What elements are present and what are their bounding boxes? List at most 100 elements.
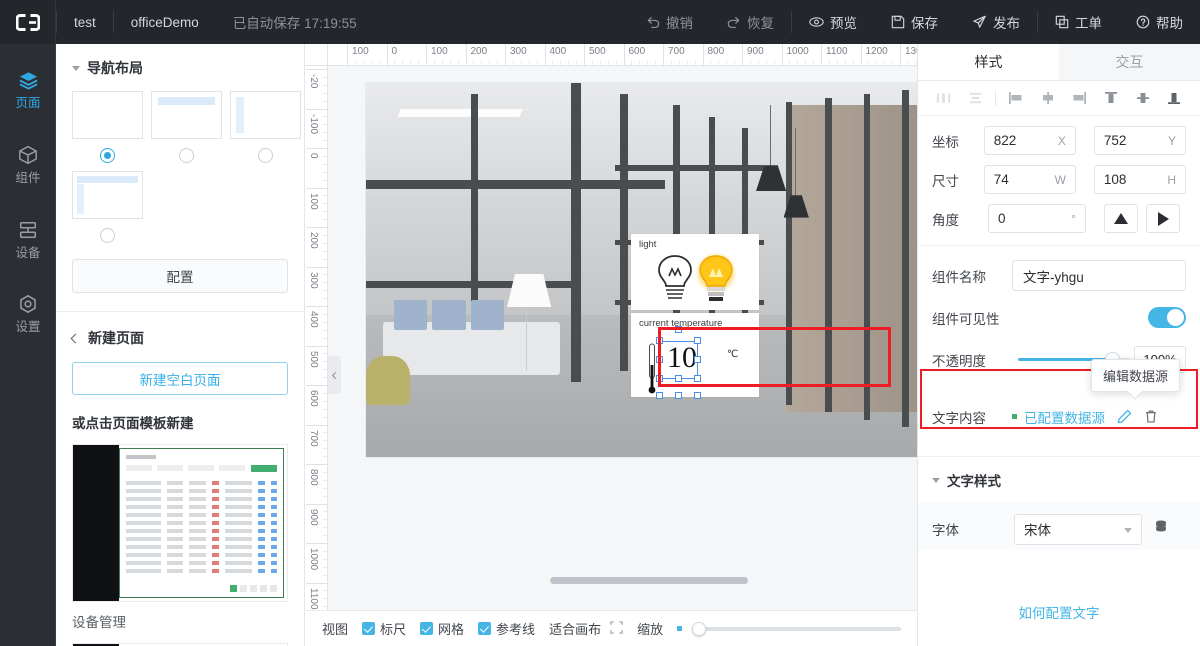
selection-handle-bc[interactable]	[675, 375, 682, 382]
app-name[interactable]: officeDemo	[114, 0, 216, 44]
zoom-slider[interactable]	[692, 621, 901, 636]
flip-horizontal-button[interactable]	[1146, 204, 1180, 233]
sidebar-item-pages[interactable]: 页面	[0, 58, 56, 119]
trash-icon[interactable]	[1144, 409, 1158, 424]
tab-interaction[interactable]: 交互	[1059, 44, 1200, 80]
nav-layout-header[interactable]: 导航布局	[72, 58, 288, 78]
template-pagination	[230, 585, 277, 592]
layout-radio-side-nav[interactable]	[258, 148, 273, 163]
size-label: 尺寸	[932, 173, 959, 189]
publish-button[interactable]: 发布	[955, 0, 1037, 44]
ruler-vertical[interactable]: -20 -100 0 100 200 300 400 500 600 700 800 900 1000 1…	[306, 66, 328, 646]
grid-checkbox[interactable]: 网格	[420, 619, 464, 638]
x-field[interactable]: X	[983, 126, 1076, 155]
align-bottom-icon[interactable]	[1158, 85, 1190, 111]
selection-handle-bl[interactable]	[656, 375, 663, 382]
height-field[interactable]: H	[1093, 165, 1186, 194]
new-page-header[interactable]: 新建页面	[70, 312, 288, 362]
flip-vertical-button[interactable]	[1104, 204, 1138, 233]
align-right-icon[interactable]	[1063, 85, 1095, 111]
width-input[interactable]	[993, 172, 1049, 187]
ruler-tick-label: 1200	[865, 46, 888, 57]
selection-handle-br[interactable]	[694, 375, 701, 382]
pencil-icon[interactable]	[1117, 409, 1132, 424]
guides-checkbox[interactable]: 参考线	[478, 619, 535, 638]
template-card-device-management[interactable]	[72, 444, 288, 602]
layout-thumb-top-side-nav[interactable]	[72, 171, 143, 219]
database-icon[interactable]	[1154, 519, 1168, 539]
layout-thumb-blank[interactable]	[72, 91, 143, 139]
height-input[interactable]	[1103, 172, 1162, 187]
canvas-hscrollbar-thumb[interactable]	[550, 577, 748, 584]
undo-button[interactable]: 撤销	[629, 0, 710, 44]
layout-thumb-side-nav[interactable]	[230, 91, 301, 139]
layout-radio-blank[interactable]	[100, 148, 115, 163]
layout-option-top-side-nav[interactable]	[72, 171, 143, 243]
widget-light[interactable]: light	[631, 234, 759, 310]
ruler-minor-tick	[323, 234, 327, 236]
zoom-slider-knob[interactable]	[692, 621, 707, 636]
font-select[interactable]: 宋体	[1014, 513, 1142, 545]
y-field[interactable]: Y	[1093, 126, 1186, 155]
selection-handle-rotate[interactable]	[656, 392, 663, 399]
align-middle-icon[interactable]	[1127, 85, 1159, 111]
canvas-stage[interactable]: light current temperature 10 ℃	[328, 66, 917, 610]
fit-canvas-button[interactable]: 适合画布	[549, 619, 623, 638]
selection-handle-rotate2[interactable]	[675, 392, 682, 399]
sidebar-item-devices[interactable]: 设备	[0, 208, 56, 269]
layout-thumb-top-nav[interactable]	[151, 91, 222, 139]
canvas-collapse-handle[interactable]	[328, 356, 341, 394]
width-field[interactable]: W	[983, 165, 1076, 194]
layout-option-side-nav[interactable]	[230, 91, 301, 163]
visibility-toggle[interactable]	[1148, 307, 1186, 328]
ruler-tick: 300	[505, 44, 527, 65]
sidebar-item-components[interactable]: 组件	[0, 133, 56, 194]
config-button[interactable]: 配置	[72, 259, 288, 293]
save-button[interactable]: 保存	[874, 0, 955, 44]
chevron-down-icon	[1124, 527, 1132, 533]
y-input[interactable]	[1103, 133, 1162, 148]
ruler-horizontal[interactable]: 100 0 100 200 300 400 500 600 700 800 900 1000 1100 1…	[328, 44, 917, 66]
redo-button[interactable]: 恢复	[710, 0, 791, 44]
selection-handle-rotate3[interactable]	[694, 392, 701, 399]
selection-box[interactable]	[660, 341, 698, 379]
project-name[interactable]: test	[57, 0, 113, 44]
distribute-vertical-icon[interactable]	[960, 85, 992, 111]
selection-handle-mr[interactable]	[694, 356, 701, 363]
align-left-icon[interactable]	[1000, 85, 1032, 111]
distribute-horizontal-icon[interactable]	[928, 85, 960, 111]
layout-radio-top-side-nav[interactable]	[100, 228, 115, 243]
component-name-input[interactable]: 文字-yhgu	[1012, 260, 1186, 291]
ticket-button[interactable]: 工单	[1038, 0, 1119, 44]
selection-handle-tc[interactable]	[675, 326, 682, 333]
status-dot-icon	[1012, 414, 1017, 419]
app-logo[interactable]	[0, 0, 56, 44]
preview-button[interactable]: 预览	[792, 0, 874, 44]
ruler-minor-tick	[323, 124, 327, 126]
selection-handle-tr[interactable]	[694, 337, 701, 344]
ruler-minor-tick	[907, 61, 909, 65]
selection-handle-ml[interactable]	[656, 356, 663, 363]
angle-field[interactable]: °	[988, 204, 1086, 233]
ticket-label: 工单	[1075, 16, 1102, 31]
align-top-icon[interactable]	[1095, 85, 1127, 111]
layout-option-top-nav[interactable]	[151, 91, 222, 163]
bulb-pair	[631, 252, 759, 302]
ruler-checkbox[interactable]: 标尺	[362, 619, 406, 638]
canvas-hscrollbar[interactable]	[350, 574, 917, 586]
new-blank-page-button[interactable]: 新建空白页面	[72, 362, 288, 395]
angle-input[interactable]	[998, 211, 1066, 226]
x-input[interactable]	[993, 133, 1052, 148]
project-name-label: test	[74, 14, 96, 30]
layout-radio-top-nav[interactable]	[179, 148, 194, 163]
sidebar-item-settings[interactable]: 设置	[0, 282, 56, 343]
help-button[interactable]: 帮助	[1119, 0, 1200, 44]
align-center-icon[interactable]	[1032, 85, 1064, 111]
text-style-header[interactable]: 文字样式	[918, 456, 1200, 502]
selection-handle-tl[interactable]	[656, 337, 663, 344]
data-source-status[interactable]: 已配置数据源	[1024, 407, 1105, 427]
tab-style[interactable]: 样式	[918, 44, 1059, 80]
help-config-text-link[interactable]: 如何配置文字	[918, 602, 1200, 622]
layout-option-blank[interactable]	[72, 91, 143, 163]
artboard[interactable]: light current temperature 10 ℃	[366, 83, 917, 457]
